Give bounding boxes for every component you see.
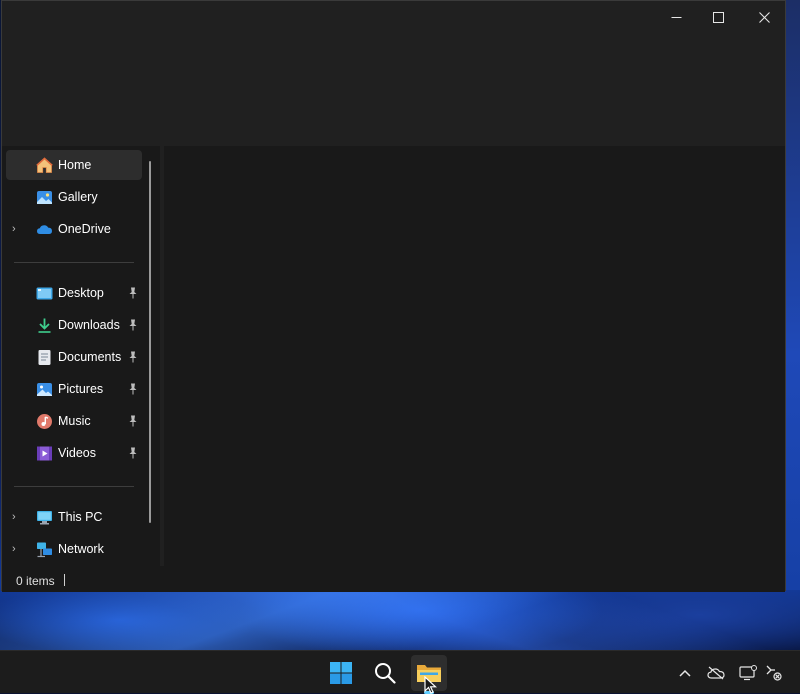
pin-icon[interactable] — [127, 446, 139, 460]
start-button[interactable] — [323, 655, 359, 691]
nav-item-network[interactable]: › Network — [6, 534, 142, 564]
mouse-cursor-icon — [424, 676, 438, 694]
maximize-button[interactable] — [695, 1, 741, 33]
minimize-button[interactable] — [653, 1, 699, 33]
nav-label: Downloads — [58, 318, 120, 332]
nav-item-downloads[interactable]: Downloads — [6, 310, 142, 340]
nav-separator — [14, 262, 134, 263]
nav-label: Videos — [58, 446, 96, 460]
nav-label: OneDrive — [58, 222, 111, 236]
title-bar — [2, 1, 785, 146]
chevron-right-icon[interactable]: › — [12, 511, 24, 523]
nav-separator — [14, 486, 134, 487]
pin-icon[interactable] — [127, 318, 139, 332]
nav-item-onedrive[interactable]: › OneDrive — [6, 214, 142, 244]
show-hidden-icons-chevron[interactable] — [676, 664, 694, 682]
home-icon — [36, 157, 53, 174]
search-button[interactable] — [367, 655, 403, 691]
nav-label: Home — [58, 158, 92, 172]
onedrive-offline-icon[interactable] — [707, 664, 725, 682]
nav-item-documents[interactable]: Documents — [6, 342, 142, 372]
nav-label: Pictures — [58, 382, 104, 396]
file-explorer-window: Home Gallery › OneDrive Desktop Download… — [1, 0, 786, 592]
close-icon — [758, 11, 770, 23]
nav-item-this-pc[interactable]: › This PC — [6, 502, 142, 532]
minimize-icon — [671, 16, 681, 18]
nav-item-gallery[interactable]: Gallery — [6, 182, 142, 212]
status-separator — [64, 574, 65, 586]
pin-icon[interactable] — [127, 414, 139, 428]
documents-icon — [36, 349, 53, 366]
chevron-right-icon[interactable]: › — [12, 543, 24, 555]
search-icon — [375, 663, 396, 684]
nav-item-home[interactable]: Home — [6, 150, 142, 180]
nav-label: Music — [58, 414, 91, 428]
item-count: 0 items — [16, 574, 55, 588]
navigation-pane: Home Gallery › OneDrive Desktop Download… — [2, 146, 160, 566]
network-disconnected-icon[interactable] — [765, 664, 783, 682]
nav-label: This PC — [58, 510, 103, 524]
taskbar — [0, 650, 800, 694]
nav-item-videos[interactable]: Videos — [6, 438, 142, 468]
onedrive-icon — [36, 221, 53, 238]
pin-icon[interactable] — [127, 286, 139, 300]
network-icon — [36, 541, 53, 558]
this-pc-icon — [36, 509, 53, 526]
start-icon — [330, 662, 352, 684]
videos-icon — [36, 445, 53, 462]
music-icon — [36, 413, 53, 430]
maximize-icon — [712, 11, 724, 23]
nav-label: Documents — [58, 350, 122, 364]
nav-item-music[interactable]: Music — [6, 406, 142, 436]
desktop-folder-icon — [36, 285, 53, 302]
close-button[interactable] — [741, 1, 787, 33]
downloads-icon — [36, 317, 53, 334]
pictures-icon — [36, 381, 53, 398]
nav-label: Gallery — [58, 190, 98, 204]
content-area[interactable] — [164, 146, 785, 566]
navigation-scrollbar[interactable] — [149, 161, 151, 523]
pin-icon[interactable] — [127, 382, 139, 396]
nav-label: Desktop — [58, 286, 104, 300]
chevron-right-icon[interactable]: › — [12, 223, 24, 235]
display-icon[interactable] — [739, 664, 757, 682]
pin-icon[interactable] — [127, 350, 139, 364]
status-bar: 0 items — [2, 566, 785, 592]
gallery-icon — [36, 189, 53, 206]
nav-label: Network — [58, 542, 104, 556]
nav-item-desktop[interactable]: Desktop — [6, 278, 142, 308]
nav-item-pictures[interactable]: Pictures — [6, 374, 142, 404]
